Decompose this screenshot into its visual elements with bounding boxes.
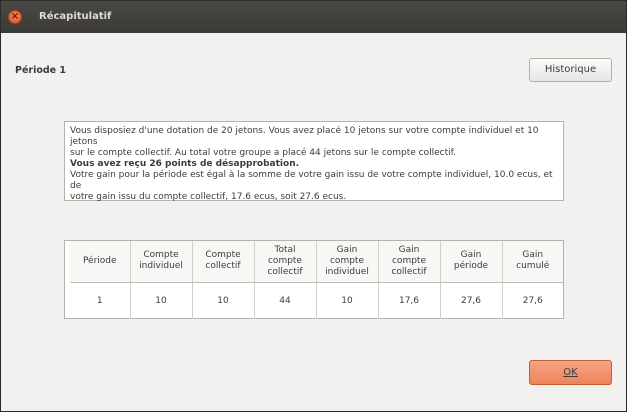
table-body: 1 10 10 44 10 17,6 27,6 27,6 [70, 282, 563, 319]
table-cell: 44 [254, 282, 317, 319]
column-header-line: Gain [336, 244, 358, 255]
column-header: Gain période [440, 241, 503, 283]
summary-line: Vous disposiez d'une dotation de 20 jeto… [70, 126, 539, 147]
disapproval-line: Vous avez reçu 26 points de désapprobati… [70, 159, 300, 169]
table-cell: 10 [316, 282, 379, 319]
column-header-line: Gain [522, 250, 544, 261]
column-header-line: individuel [325, 266, 369, 277]
table-cell: 1 [70, 282, 131, 319]
column-header: Gain compte collectif [378, 241, 441, 283]
column-header: Total compte collectif [254, 241, 317, 283]
ok-button[interactable]: OK [529, 360, 612, 385]
column-header-line: période [453, 261, 489, 272]
recap-table: Période Compte individuel Compte collectif To… [70, 241, 563, 319]
column-header-line: cumulé [516, 261, 550, 272]
column-header-line: Période [82, 255, 117, 266]
column-header: Gain cumulé [502, 241, 563, 283]
title-bar: × Récapitulatif [1, 1, 626, 33]
column-header-line: collectif [205, 261, 241, 272]
column-header-line: Compte [143, 250, 179, 261]
table-cell: 27,6 [440, 282, 503, 319]
column-header-line: compte [267, 255, 302, 266]
table-cell: 10 [130, 282, 193, 319]
ok-label: OK [563, 367, 578, 378]
column-header: Période [70, 241, 131, 283]
close-icon[interactable]: × [8, 10, 22, 24]
column-header-line: compte [391, 255, 426, 266]
column-header-line: Compte [205, 250, 241, 261]
column-header-line: Gain [460, 250, 482, 261]
historique-button[interactable]: Historique [529, 58, 612, 82]
window-title: Récapitulatif [39, 11, 112, 22]
column-header: Compte individuel [130, 241, 193, 283]
recap-dialog: × Récapitulatif Période 1 Historique Vou… [0, 0, 627, 412]
column-header-line: collectif [391, 266, 427, 277]
period-label: Période 1 [15, 65, 67, 76]
summary-text-box: Vous disposiez d'une dotation de 20 jeto… [64, 121, 564, 202]
summary-line: votre gain issu du compte collectif, 17.… [70, 192, 347, 202]
column-header: Gain compte individuel [316, 241, 379, 283]
column-header-line: compte [329, 255, 364, 266]
table-cell: 27,6 [522, 295, 543, 306]
table-cell: 10 [192, 282, 255, 319]
recap-table-container: Période Compte individuel Compte collectif To… [64, 240, 564, 319]
column-header-line: individuel [139, 261, 183, 272]
column-header-line: Gain [398, 244, 420, 255]
column-header-line: Total [274, 244, 296, 255]
table-header-row: Période Compte individuel Compte collectif To… [70, 241, 563, 283]
table-row: 1 10 10 44 10 17,6 27,6 27,6 [70, 282, 563, 319]
summary-line: Votre gain pour la période est égal à la… [70, 170, 553, 191]
column-header-line: collectif [267, 266, 303, 277]
table-cell: 17,6 [378, 282, 441, 319]
column-header: Compte collectif [192, 241, 255, 283]
summary-line: sur le compte collectif. Au total votre … [70, 148, 457, 158]
